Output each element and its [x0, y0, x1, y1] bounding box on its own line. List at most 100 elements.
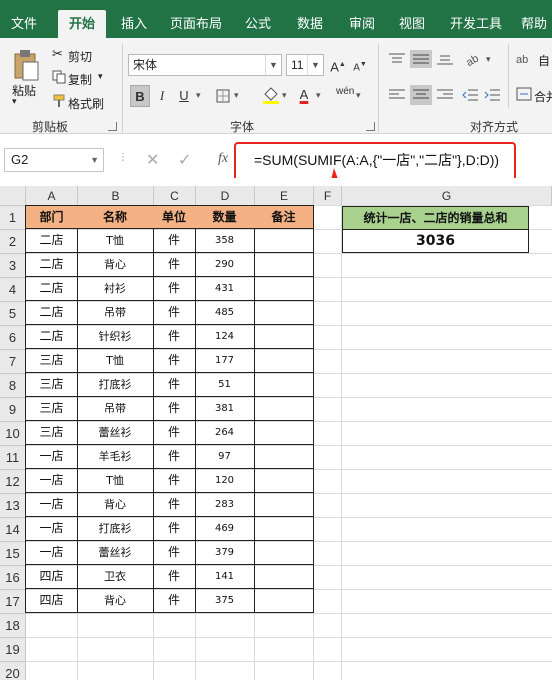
table-cell-unit[interactable]: 件: [153, 421, 196, 445]
table-cell-qty[interactable]: 379: [195, 541, 255, 565]
table-cell-note[interactable]: [254, 397, 314, 421]
row-header-4[interactable]: 4: [0, 278, 26, 302]
table-cell-name[interactable]: 背心: [77, 493, 154, 517]
table-cell-qty[interactable]: 469: [195, 517, 255, 541]
row-header-18[interactable]: 18: [0, 614, 26, 638]
row-header-5[interactable]: 5: [0, 302, 26, 326]
row-header-15[interactable]: 15: [0, 542, 26, 566]
table-cell-note[interactable]: [254, 325, 314, 349]
table-cell-dept[interactable]: 四店: [25, 565, 78, 589]
table-header-qty[interactable]: 数量: [195, 205, 255, 229]
table-cell-note[interactable]: [254, 541, 314, 565]
table-cell-qty[interactable]: 381: [195, 397, 255, 421]
row-header-11[interactable]: 11: [0, 446, 26, 470]
table-cell-unit[interactable]: 件: [153, 229, 196, 253]
table-cell-qty[interactable]: 290: [195, 253, 255, 277]
table-cell-qty[interactable]: 264: [195, 421, 255, 445]
summary-title[interactable]: 统计一店、二店的销量总和: [342, 206, 529, 230]
table-cell-unit[interactable]: 件: [153, 253, 196, 277]
row-header-1[interactable]: 1: [0, 206, 26, 230]
table-cell-name[interactable]: T恤: [77, 229, 154, 253]
table-cell-dept[interactable]: 一店: [25, 517, 78, 541]
table-cell-note[interactable]: [254, 589, 314, 613]
row-header-2[interactable]: 2: [0, 230, 26, 254]
table-cell-unit[interactable]: 件: [153, 493, 196, 517]
summary-value[interactable]: 3036: [342, 229, 529, 253]
column-header-d[interactable]: D: [196, 186, 255, 206]
table-cell-unit[interactable]: 件: [153, 445, 196, 469]
table-cell-dept[interactable]: 二店: [25, 277, 78, 301]
table-cell-note[interactable]: [254, 445, 314, 469]
row-header-17[interactable]: 17: [0, 590, 26, 614]
row-header-3[interactable]: 3: [0, 254, 26, 278]
table-cell-name[interactable]: 背心: [77, 253, 154, 277]
table-cell-dept[interactable]: 三店: [25, 397, 78, 421]
row-header-8[interactable]: 8: [0, 374, 26, 398]
table-cell-qty[interactable]: 283: [195, 493, 255, 517]
table-cell-name[interactable]: 吊带: [77, 301, 154, 325]
table-cell-unit[interactable]: 件: [153, 373, 196, 397]
table-cell-note[interactable]: [254, 253, 314, 277]
table-cell-dept[interactable]: 一店: [25, 493, 78, 517]
table-cell-unit[interactable]: 件: [153, 301, 196, 325]
table-cell-note[interactable]: [254, 277, 314, 301]
table-cell-qty[interactable]: 51: [195, 373, 255, 397]
table-header-dept[interactable]: 部门: [25, 205, 78, 229]
table-cell-name[interactable]: T恤: [77, 349, 154, 373]
table-cell-qty[interactable]: 120: [195, 469, 255, 493]
table-cell-qty[interactable]: 141: [195, 565, 255, 589]
table-cell-unit[interactable]: 件: [153, 349, 196, 373]
table-cell-qty[interactable]: 97: [195, 445, 255, 469]
table-cell-dept[interactable]: 二店: [25, 301, 78, 325]
table-cell-dept[interactable]: 一店: [25, 445, 78, 469]
table-cell-note[interactable]: [254, 517, 314, 541]
column-header-c[interactable]: C: [154, 186, 196, 206]
column-header-a[interactable]: A: [26, 186, 78, 206]
row-header-14[interactable]: 14: [0, 518, 26, 542]
table-cell-dept[interactable]: 二店: [25, 229, 78, 253]
table-cell-qty[interactable]: 375: [195, 589, 255, 613]
row-header-12[interactable]: 12: [0, 470, 26, 494]
row-header-6[interactable]: 6: [0, 326, 26, 350]
table-cell-note[interactable]: [254, 469, 314, 493]
table-cell-qty[interactable]: 358: [195, 229, 255, 253]
table-cell-name[interactable]: 羊毛衫: [77, 445, 154, 469]
table-cell-name[interactable]: T恤: [77, 469, 154, 493]
table-cell-qty[interactable]: 124: [195, 325, 255, 349]
table-cell-note[interactable]: [254, 565, 314, 589]
table-cell-dept[interactable]: 一店: [25, 469, 78, 493]
table-cell-dept[interactable]: 二店: [25, 325, 78, 349]
table-cell-name[interactable]: 吊带: [77, 397, 154, 421]
table-header-unit[interactable]: 单位: [153, 205, 196, 229]
table-cell-qty[interactable]: 431: [195, 277, 255, 301]
table-cell-note[interactable]: [254, 421, 314, 445]
table-cell-note[interactable]: [254, 373, 314, 397]
table-cell-note[interactable]: [254, 301, 314, 325]
table-cell-name[interactable]: 打底衫: [77, 373, 154, 397]
table-cell-name[interactable]: 蕾丝衫: [77, 421, 154, 445]
row-header-9[interactable]: 9: [0, 398, 26, 422]
table-cell-unit[interactable]: 件: [153, 277, 196, 301]
table-cell-dept[interactable]: 三店: [25, 349, 78, 373]
select-all-corner[interactable]: [0, 186, 26, 206]
row-header-16[interactable]: 16: [0, 566, 26, 590]
column-header-f[interactable]: F: [314, 186, 342, 206]
table-cell-note[interactable]: [254, 493, 314, 517]
table-cell-note[interactable]: [254, 229, 314, 253]
table-cell-dept[interactable]: 三店: [25, 373, 78, 397]
table-cell-unit[interactable]: 件: [153, 565, 196, 589]
row-header-13[interactable]: 13: [0, 494, 26, 518]
table-cell-name[interactable]: 背心: [77, 589, 154, 613]
table-cell-name[interactable]: 打底衫: [77, 517, 154, 541]
table-cell-unit[interactable]: 件: [153, 397, 196, 421]
table-cell-dept[interactable]: 一店: [25, 541, 78, 565]
row-header-20[interactable]: 20: [0, 662, 26, 680]
row-header-7[interactable]: 7: [0, 350, 26, 374]
table-cell-name[interactable]: 蕾丝衫: [77, 541, 154, 565]
table-cell-dept[interactable]: 三店: [25, 421, 78, 445]
table-cell-unit[interactable]: 件: [153, 325, 196, 349]
table-header-note[interactable]: 备注: [254, 205, 314, 229]
column-header-b[interactable]: B: [78, 186, 154, 206]
table-cell-unit[interactable]: 件: [153, 517, 196, 541]
table-cell-qty[interactable]: 485: [195, 301, 255, 325]
